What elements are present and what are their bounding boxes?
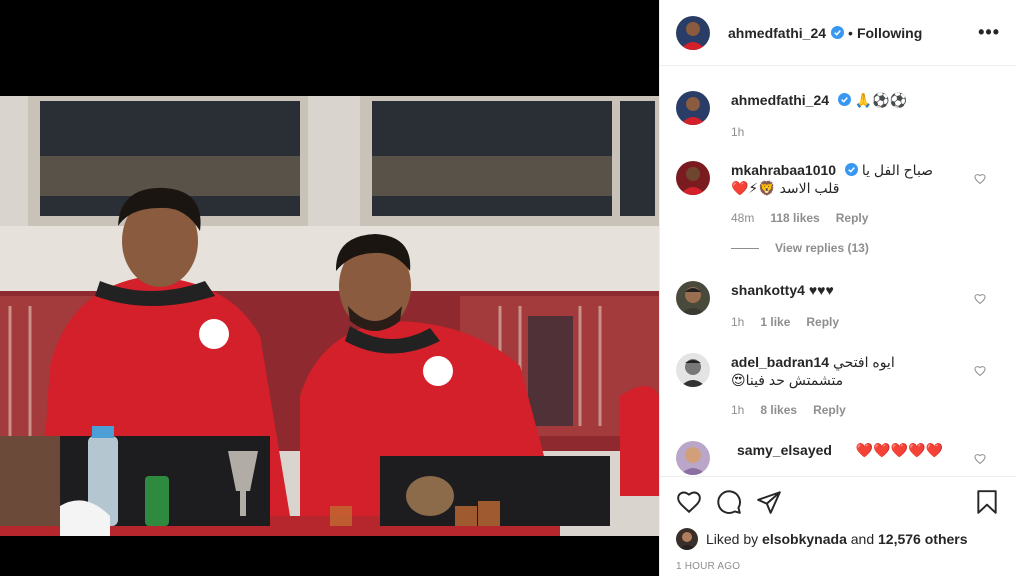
comment-meta: 1h 8 likes Reply xyxy=(731,401,974,419)
comment-text-line2: متشمتش حد فينا😍 xyxy=(731,372,844,388)
verified-badge-icon xyxy=(831,26,845,39)
liked-by-prefix: Liked by xyxy=(706,531,759,547)
caption-meta: 1h xyxy=(731,123,974,141)
comment-username[interactable]: mkahrabaa1010 xyxy=(731,162,836,178)
comment-likes[interactable]: 1 like xyxy=(760,313,790,331)
more-options-button[interactable]: ••• xyxy=(978,22,1000,43)
header-separator: • xyxy=(848,24,853,41)
photo-illustration xyxy=(0,96,659,536)
post-photo[interactable] xyxy=(0,96,659,536)
reply-button[interactable]: Reply xyxy=(813,401,846,419)
post-actions xyxy=(660,476,1016,528)
post-header: ahmedfathi_24 • Following ••• xyxy=(660,0,1016,66)
reply-button[interactable]: Reply xyxy=(806,313,839,331)
caption-username[interactable]: ahmedfathi_24 xyxy=(731,92,829,108)
post-side-panel: ahmedfathi_24 • Following ••• ahmedfathi… xyxy=(659,0,1016,576)
reply-button[interactable]: Reply xyxy=(836,209,869,227)
post-caption: ahmedfathi_24 🙏⚽⚽ 1h xyxy=(676,91,1000,141)
comment-bubble-icon[interactable] xyxy=(716,489,742,515)
comment-body: samy_elsayed ❤️❤️❤️❤️❤️ xyxy=(731,441,1000,475)
caption-text: 🙏⚽⚽ xyxy=(854,92,908,108)
caption-avatar[interactable] xyxy=(676,91,710,125)
comment-username[interactable]: adel_badran14 xyxy=(731,354,829,370)
comment-likes[interactable]: 8 likes xyxy=(760,401,797,419)
caption-body: ahmedfathi_24 🙏⚽⚽ 1h xyxy=(731,91,1000,141)
comment-time[interactable]: 1h xyxy=(731,313,744,331)
comment-body: shankotty4 ♥♥♥ 1h 1 like Reply xyxy=(731,281,1000,331)
comment-text: ♥♥♥ xyxy=(808,282,834,298)
share-send-icon[interactable] xyxy=(756,489,782,515)
comment-avatar[interactable] xyxy=(676,441,710,475)
comment-item: shankotty4 ♥♥♥ 1h 1 like Reply xyxy=(676,281,1000,331)
like-comment-icon[interactable] xyxy=(974,453,986,465)
save-bookmark-icon[interactable] xyxy=(974,489,1000,515)
comment-time[interactable]: 1h xyxy=(731,401,744,419)
comment-text: صباح الفل يا xyxy=(861,162,934,178)
like-heart-icon[interactable] xyxy=(676,489,702,515)
comment-item: adel_badran14 ايوه افتحي متشمتش حد فينا😍… xyxy=(676,353,1000,419)
verified-badge-icon xyxy=(844,163,858,176)
verified-badge-icon xyxy=(837,93,851,106)
view-replies-button[interactable]: View replies (13) xyxy=(731,241,1000,255)
following-button[interactable]: Following xyxy=(857,25,922,41)
liked-by-conjunction: and xyxy=(850,531,875,547)
liked-by: Liked by elsobkynada and 12,576 others xyxy=(676,528,1000,550)
comment-text: ايوه افتحي xyxy=(832,354,895,370)
comment-body: mkahrabaa1010 صباح الفل يا قلب الاسد 🦁⚡❤… xyxy=(731,161,1000,227)
comment-meta: 1h 1 like Reply xyxy=(731,313,974,331)
comment-text: ❤️❤️❤️❤️❤️ xyxy=(855,442,944,458)
like-comment-icon[interactable] xyxy=(974,365,986,377)
liked-by-user[interactable]: elsobkynada xyxy=(762,531,847,547)
comment-text-line2: قلب الاسد 🦁⚡❤️ xyxy=(731,180,840,196)
comment-avatar[interactable] xyxy=(676,353,710,387)
comment-avatar[interactable] xyxy=(676,161,710,195)
comment-username[interactable]: samy_elsayed xyxy=(737,442,832,458)
comment-username[interactable]: shankotty4 xyxy=(731,282,805,298)
comment-time[interactable]: 48m xyxy=(731,209,754,227)
author-username[interactable]: ahmedfathi_24 xyxy=(728,25,826,41)
like-comment-icon[interactable] xyxy=(974,293,986,305)
comments-list[interactable]: ahmedfathi_24 🙏⚽⚽ 1h mkahrabaa1010 صباح … xyxy=(660,67,1016,475)
comment-body: adel_badran14 ايوه افتحي متشمتش حد فينا😍… xyxy=(731,353,1000,419)
view-replies-line xyxy=(731,247,759,249)
comment-meta: 48m 118 likes Reply xyxy=(731,209,974,227)
liked-by-others[interactable]: 12,576 others xyxy=(878,531,968,547)
comment-avatar[interactable] xyxy=(676,281,710,315)
post-timestamp[interactable]: 1 HOUR AGO xyxy=(676,561,740,572)
post-media xyxy=(0,0,659,576)
view-replies-label: View replies (13) xyxy=(775,241,869,255)
author-avatar[interactable] xyxy=(676,15,710,50)
like-comment-icon[interactable] xyxy=(974,173,986,185)
caption-time[interactable]: 1h xyxy=(731,123,744,141)
comment-likes[interactable]: 118 likes xyxy=(770,209,819,227)
comment-item: mkahrabaa1010 صباح الفل يا قلب الاسد 🦁⚡❤… xyxy=(676,161,1000,227)
comment-item: samy_elsayed ❤️❤️❤️❤️❤️ xyxy=(676,441,1000,475)
liker-avatar[interactable] xyxy=(676,528,698,550)
